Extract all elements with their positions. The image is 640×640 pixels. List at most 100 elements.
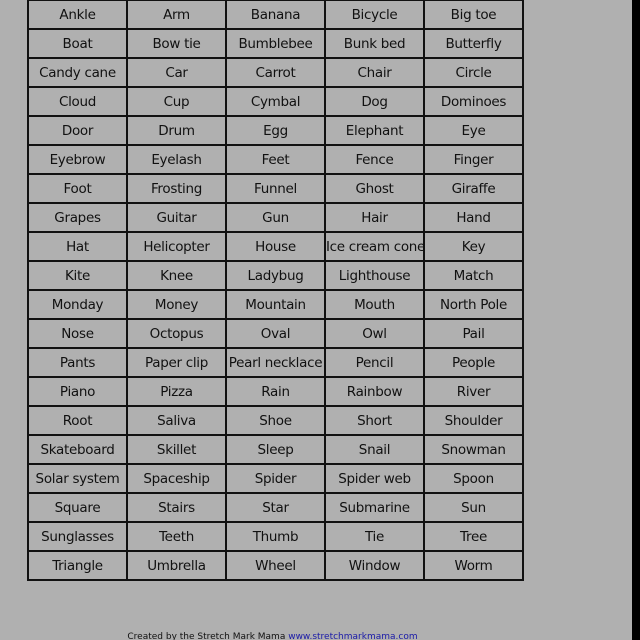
- word-cell: Match: [423, 260, 524, 291]
- word-table: Ankle Arm Banana Bicycle Big toe Boat Bow tie B…: [27, 0, 524, 581]
- word-cell: Kite: [27, 260, 128, 291]
- word-cell: Butterfly: [423, 28, 524, 59]
- table-row: Door Drum Egg Elephant Eye: [27, 115, 524, 146]
- word-cell: Door: [27, 115, 128, 146]
- word-cell: Umbrella: [126, 550, 227, 581]
- table-row: Triangle Umbrella Wheel Window Worm: [27, 550, 524, 581]
- word-cell: Pants: [27, 347, 128, 378]
- word-cell: Rainbow: [324, 376, 425, 407]
- word-cell: Star: [225, 492, 326, 523]
- table-row: Root Saliva Shoe Short Shoulder: [27, 405, 524, 436]
- word-cell: Candy cane: [27, 57, 128, 88]
- table-row: Ankle Arm Banana Bicycle Big toe: [27, 0, 524, 30]
- word-cell: Cup: [126, 86, 227, 117]
- table-row: Candy cane Car Carrot Chair Circle: [27, 57, 524, 88]
- word-cell: River: [423, 376, 524, 407]
- word-cell: Ladybug: [225, 260, 326, 291]
- word-cell: Pearl necklace: [225, 347, 326, 378]
- credit-text: Created by the Stretch Mark Mama: [127, 632, 289, 640]
- word-cell: Spider: [225, 463, 326, 494]
- word-cell: Ice cream cone: [324, 231, 425, 262]
- word-cell: Ankle: [27, 0, 128, 30]
- table-row: Skateboard Skillet Sleep Snail Snowman: [27, 434, 524, 465]
- word-cell: Spaceship: [126, 463, 227, 494]
- word-cell: Pizza: [126, 376, 227, 407]
- word-cell: Ghost: [324, 173, 425, 204]
- word-cell: Carrot: [225, 57, 326, 88]
- word-cell: Spoon: [423, 463, 524, 494]
- word-cell: Cloud: [27, 86, 128, 117]
- word-cell: Mouth: [324, 289, 425, 320]
- word-cell: Lighthouse: [324, 260, 425, 291]
- word-cell: Bumblebee: [225, 28, 326, 59]
- table-row: Foot Frosting Funnel Ghost Giraffe: [27, 173, 524, 204]
- credit-line: Created by the Stretch Mark Mama www.str…: [0, 632, 545, 640]
- word-cell: Solar system: [27, 463, 128, 494]
- word-cell: Hand: [423, 202, 524, 233]
- word-cell: Teeth: [126, 521, 227, 552]
- word-cell: Spider web: [324, 463, 425, 494]
- word-cell: Sun: [423, 492, 524, 523]
- word-cell: Piano: [27, 376, 128, 407]
- word-cell: Hair: [324, 202, 425, 233]
- word-cell: Octopus: [126, 318, 227, 349]
- word-cell: Knee: [126, 260, 227, 291]
- word-cell: Finger: [423, 144, 524, 175]
- word-cell: Skateboard: [27, 434, 128, 465]
- table-row: Kite Knee Ladybug Lighthouse Match: [27, 260, 524, 291]
- word-cell: Nose: [27, 318, 128, 349]
- word-cell: Thumb: [225, 521, 326, 552]
- table-row: Square Stairs Star Submarine Sun: [27, 492, 524, 523]
- right-frame-bar: [632, 0, 640, 640]
- word-cell: Shoulder: [423, 405, 524, 436]
- table-row: Boat Bow tie Bumblebee Bunk bed Butterfly: [27, 28, 524, 59]
- word-cell: Egg: [225, 115, 326, 146]
- word-cell: Snowman: [423, 434, 524, 465]
- word-cell: Rain: [225, 376, 326, 407]
- word-cell: Bicycle: [324, 0, 425, 30]
- word-cell: Elephant: [324, 115, 425, 146]
- word-cell: Chair: [324, 57, 425, 88]
- word-cell: Money: [126, 289, 227, 320]
- word-cell: Eyelash: [126, 144, 227, 175]
- word-cell: Mountain: [225, 289, 326, 320]
- table-row: Solar system Spaceship Spider Spider web Spo…: [27, 463, 524, 494]
- word-cell: Sunglasses: [27, 521, 128, 552]
- word-cell: Giraffe: [423, 173, 524, 204]
- word-cell: Submarine: [324, 492, 425, 523]
- word-cell: Square: [27, 492, 128, 523]
- word-cell: Eye: [423, 115, 524, 146]
- word-cell: Saliva: [126, 405, 227, 436]
- word-cell: Pencil: [324, 347, 425, 378]
- word-cell: Short: [324, 405, 425, 436]
- word-cell: Paper clip: [126, 347, 227, 378]
- word-cell: Helicopter: [126, 231, 227, 262]
- word-cell: Eyebrow: [27, 144, 128, 175]
- word-cell: Bow tie: [126, 28, 227, 59]
- word-cell: Fence: [324, 144, 425, 175]
- word-cell: Triangle: [27, 550, 128, 581]
- word-cell: Car: [126, 57, 227, 88]
- table-row: Monday Money Mountain Mouth North Pole: [27, 289, 524, 320]
- table-row: Hat Helicopter House Ice cream cone Key: [27, 231, 524, 262]
- word-table-body: Ankle Arm Banana Bicycle Big toe Boat Bow tie B…: [27, 0, 524, 581]
- word-cell: Bunk bed: [324, 28, 425, 59]
- word-cell: Window: [324, 550, 425, 581]
- table-row: Grapes Guitar Gun Hair Hand: [27, 202, 524, 233]
- word-cell: Circle: [423, 57, 524, 88]
- table-row: Piano Pizza Rain Rainbow River: [27, 376, 524, 407]
- word-cell: Sleep: [225, 434, 326, 465]
- table-row: Pants Paper clip Pearl necklace Pencil Peopl…: [27, 347, 524, 378]
- word-cell: Worm: [423, 550, 524, 581]
- word-cell: Gun: [225, 202, 326, 233]
- word-cell: Owl: [324, 318, 425, 349]
- credit-link[interactable]: www.stretchmarkmama.com: [288, 632, 417, 640]
- table-row: Sunglasses Teeth Thumb Tie Tree: [27, 521, 524, 552]
- word-cell: People: [423, 347, 524, 378]
- word-cell: Stairs: [126, 492, 227, 523]
- table-row: Nose Octopus Oval Owl Pail: [27, 318, 524, 349]
- word-cell: Funnel: [225, 173, 326, 204]
- word-cell: Grapes: [27, 202, 128, 233]
- word-cell: Foot: [27, 173, 128, 204]
- word-cell: Wheel: [225, 550, 326, 581]
